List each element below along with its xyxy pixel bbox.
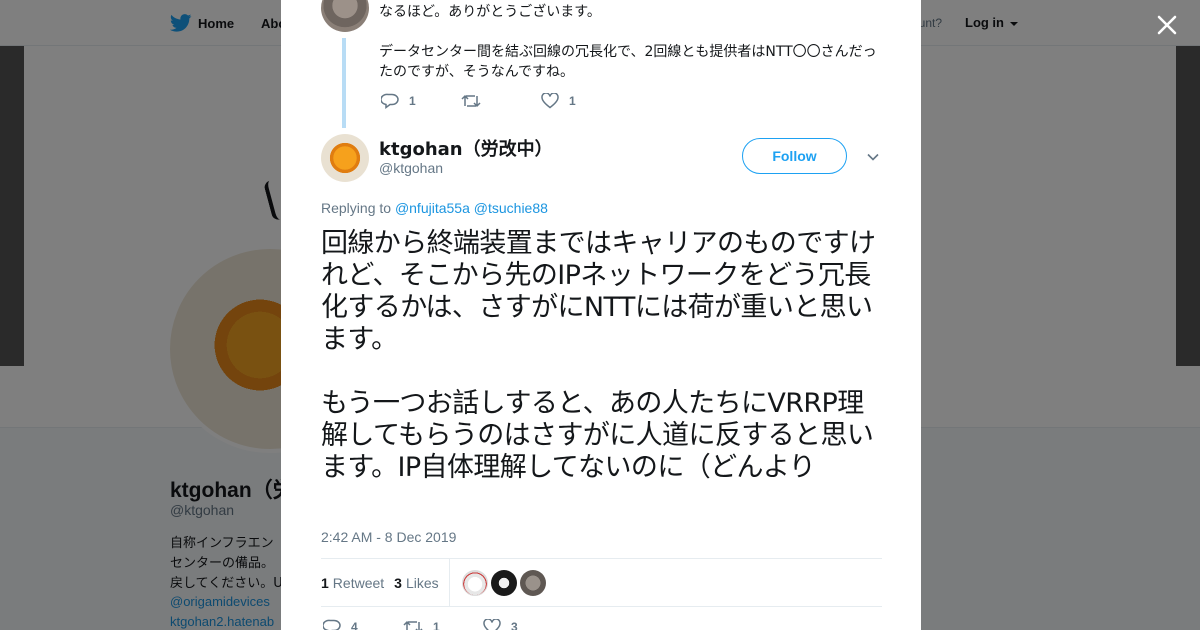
tweet-actions: 4 1 3 [323,619,563,630]
retweet-icon [461,94,481,108]
chevron-down-icon[interactable] [866,150,880,164]
liker-avatar[interactable] [490,569,517,596]
retweet-action[interactable] [461,93,541,109]
retweet-action[interactable]: 1 [403,619,483,630]
reply-action[interactable]: 4 [323,619,403,630]
mention-tsuchie88[interactable]: @tsuchie88 [474,200,548,216]
close-icon[interactable] [1154,12,1180,38]
liker-avatar[interactable] [461,569,488,596]
author-handle[interactable]: @ktgohan [379,160,443,176]
likes-stat[interactable]: 3 Likes [394,575,438,591]
author-avatar[interactable] [321,134,369,182]
tweet-timestamp[interactable]: 2:42 AM - 8 Dec 2019 [321,529,456,545]
reply-icon [381,93,399,109]
tweet-text: 回線から終端装置まではキャリアのものですけれど、そこから先のIPネットワークをど… [321,228,876,483]
replying-label: Replying to [321,200,392,216]
retweets-stat[interactable]: 1 Retweet [321,575,384,591]
replying-to: Replying to @nfujita55a @tsuchie88 [321,200,548,216]
stats-divider [448,558,450,607]
retweets-label: Retweet [332,574,385,591]
follow-button[interactable]: Follow [742,138,847,174]
like-count: 1 [569,94,576,108]
previous-tweet-line: データセンター間を結ぶ回線の冗長化で、2回線とも提供者はNTT〇〇さんだったので… [379,44,877,80]
thread-connector [342,38,346,128]
like-action[interactable]: 3 [483,619,563,630]
tweet-permalink-modal: なるほど。ありがとうございます。 データセンター間を結ぶ回線の冗長化で、2回線と… [281,0,921,630]
reply-icon [323,619,341,630]
reply-count: 1 [409,94,416,108]
likes-label: Likes [405,574,439,591]
previous-tweet-avatar[interactable] [321,0,369,32]
mention-nfujita55a[interactable]: @nfujita55a [395,200,470,216]
reply-action[interactable]: 1 [381,93,461,109]
author-name[interactable]: ktgohan（労改中） [379,135,553,161]
liker-avatar[interactable] [519,569,546,596]
retweet-count: 1 [433,620,440,630]
retweets-count: 1 [321,574,329,591]
likes-count: 3 [394,574,402,591]
like-count: 3 [511,620,518,630]
previous-tweet-text: なるほど。ありがとうございます。 データセンター間を結ぶ回線の冗長化で、2回線と… [379,2,889,102]
tweet-stats: 1 Retweet 3 Likes [321,558,882,607]
heart-icon [483,619,501,630]
retweet-icon [403,620,423,630]
heart-icon [541,93,559,109]
previous-tweet-line: なるほど。ありがとうございます。 [379,4,601,20]
reply-count: 4 [351,620,358,630]
previous-tweet-actions: 1 1 [381,93,621,109]
like-action[interactable]: 1 [541,93,621,109]
